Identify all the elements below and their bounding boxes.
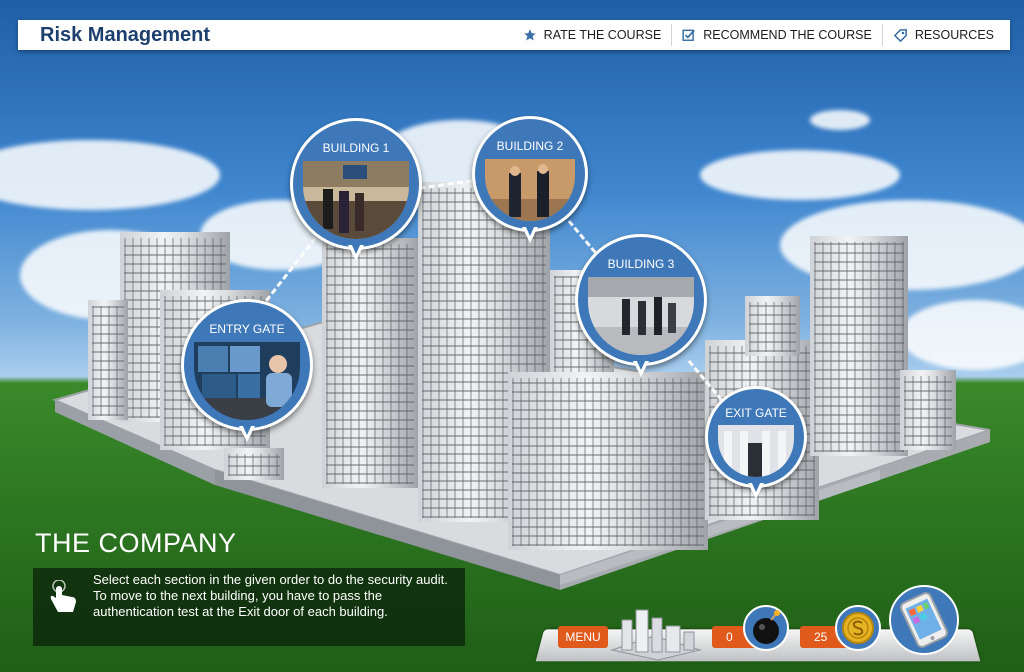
- building-left-small: [88, 300, 128, 420]
- building-back-small: [745, 296, 800, 356]
- bomb-icon: [743, 605, 789, 651]
- office-hall-photo: [303, 161, 409, 239]
- rate-course-link[interactable]: RATE THE COURSE: [513, 24, 672, 46]
- building-right-tall: [810, 236, 908, 456]
- control-room-photo: [194, 342, 300, 420]
- exit-gate-photo: [718, 425, 794, 477]
- coin-icon: [835, 605, 881, 651]
- marker-building-3[interactable]: BUILDING 3: [575, 234, 707, 377]
- marker-entry-gate[interactable]: ENTRY GATE: [181, 299, 313, 442]
- marker-label: EXIT GATE: [725, 406, 787, 420]
- building-right-small: [900, 370, 956, 450]
- smartphone-icon[interactable]: [888, 584, 960, 656]
- coin-count-value: 25: [814, 630, 828, 644]
- app-title: Risk Management: [40, 23, 211, 46]
- marker-label: BUILDING 2: [496, 139, 564, 153]
- marker-exit-gate[interactable]: EXIT GATE: [705, 386, 807, 499]
- section-heading: THE COMPANY: [35, 528, 237, 558]
- course-stage: ENTRY GATE BUILDING 1 BUILDING 2 BUILDIN…: [0, 0, 1024, 672]
- marker-pointer: [239, 424, 255, 442]
- resources-link[interactable]: RESOURCES: [881, 24, 1004, 46]
- building-1-tower: [322, 238, 418, 488]
- recommend-course-link[interactable]: RECOMMEND THE COURSE: [671, 24, 882, 46]
- marker-pointer: [348, 243, 364, 261]
- bomb-count-value: 0: [726, 630, 733, 644]
- pointing-hand-icon: [50, 580, 76, 612]
- recommend-course-label: RECOMMEND THE COURSE: [703, 28, 872, 42]
- rate-course-label: RATE THE COURSE: [543, 28, 662, 42]
- header-bar: Risk Management RATE THE COURSE RECOMMEN…: [18, 20, 1010, 50]
- marker-pointer: [633, 359, 649, 377]
- checkbox-icon: [682, 29, 696, 41]
- marker-label: BUILDING 1: [322, 141, 390, 155]
- star-icon: [523, 29, 536, 41]
- lobby-photo: [588, 277, 694, 355]
- marker-building-1[interactable]: BUILDING 1: [290, 118, 422, 261]
- marker-building-2[interactable]: BUILDING 2: [472, 116, 588, 243]
- menu-button[interactable]: MENU: [558, 626, 608, 648]
- marker-label: ENTRY GATE: [209, 322, 285, 336]
- marker-pointer: [522, 225, 538, 243]
- tag-icon: [893, 28, 907, 42]
- marker-pointer: [748, 481, 764, 499]
- marker-label: BUILDING 3: [607, 257, 675, 271]
- instruction-text: Select each section in the given order t…: [93, 572, 448, 619]
- entry-gatehouse: [224, 448, 284, 480]
- city-thumbnail-icon: [610, 609, 702, 661]
- instruction-panel: Select each section in the given order t…: [33, 568, 465, 646]
- reception-photo: [485, 159, 575, 221]
- building-front-block: [508, 372, 708, 550]
- resources-label: RESOURCES: [914, 28, 994, 42]
